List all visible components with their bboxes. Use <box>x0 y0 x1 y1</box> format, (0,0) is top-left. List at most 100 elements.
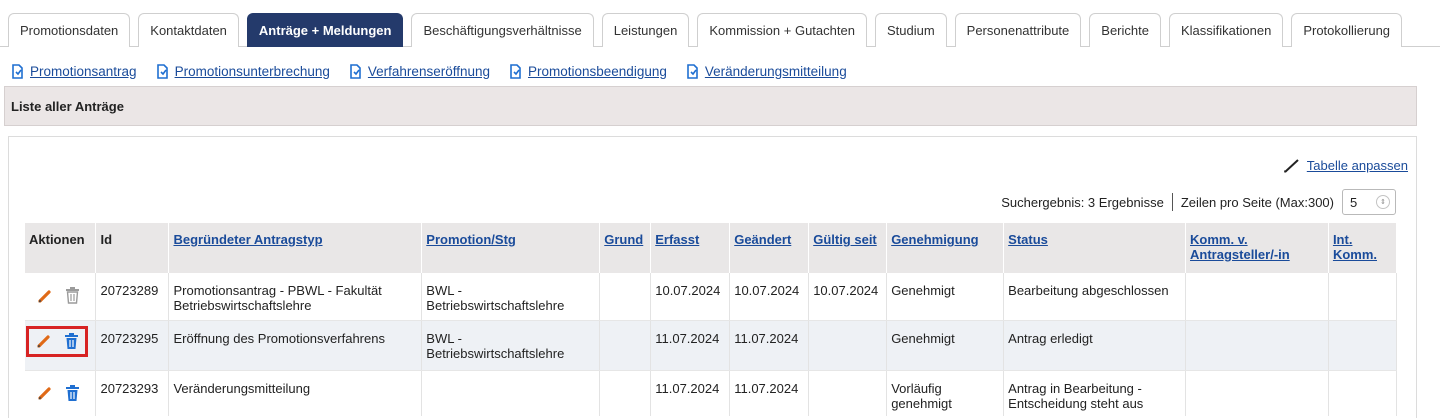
header-erfasst[interactable]: Erfasst <box>650 223 731 273</box>
new-request-links: Promotionsantrag Promotionsunterbrechung… <box>10 61 865 81</box>
tab-beschaeftigungsverhaeltnisse[interactable]: Beschäftigungsverhältnisse <box>411 13 594 47</box>
tab-kommission-gutachten[interactable]: Kommission + Gutachten <box>697 13 867 47</box>
tab-kontaktdaten[interactable]: Kontaktdaten <box>138 13 239 47</box>
cell-komm-antragsteller <box>1185 370 1329 416</box>
cell-status: Antrag in Bearbeitung - Entscheidung ste… <box>1003 370 1187 416</box>
divider <box>1171 193 1173 211</box>
cell-komm-antragsteller <box>1185 320 1329 371</box>
cell-promotion: BWL - Betriebswirtschaftslehre <box>421 320 601 371</box>
link-label: Promotionsunterbrechung <box>174 63 330 79</box>
tab-klassifikationen[interactable]: Klassifikationen <box>1168 13 1284 47</box>
adjust-table-link[interactable]: Tabelle anpassen <box>1283 158 1408 173</box>
new-document-icon <box>510 63 521 79</box>
link-promotionsunterbrechung[interactable]: Promotionsunterbrechung <box>155 64 330 79</box>
new-document-icon <box>350 63 361 79</box>
cell-promotion: BWL - Betriebswirtschaftslehre <box>421 273 601 321</box>
pencil-icon <box>1283 158 1299 173</box>
new-document-icon <box>687 63 698 79</box>
link-veraenderungsmitteilung[interactable]: Veränderungsmitteilung <box>685 64 847 79</box>
header-int-komm[interactable]: Int. Komm. <box>1328 223 1398 273</box>
header-grund[interactable]: Grund <box>599 223 652 273</box>
new-document-icon <box>12 63 23 79</box>
cell-erfasst: 10.07.2024 <box>650 273 731 321</box>
cell-grund <box>599 320 652 371</box>
cell-antragstyp: Promotionsantrag - PBWL - Fakultät Betri… <box>168 273 423 321</box>
link-label: Promotionsantrag <box>30 63 137 79</box>
cell-geaendert: 11.07.2024 <box>729 370 810 416</box>
tab-personenattribute[interactable]: Personenattribute <box>954 13 1082 47</box>
tab-berichte[interactable]: Berichte <box>1089 13 1161 47</box>
cell-geaendert: 10.07.2024 <box>729 273 810 321</box>
link-verfahrenseroeffnung[interactable]: Verfahrenseröffnung <box>348 64 490 79</box>
header-promotion[interactable]: Promotion/Stg <box>421 223 601 273</box>
link-promotionsantrag[interactable]: Promotionsantrag <box>10 64 137 79</box>
cell-komm-antragsteller <box>1185 273 1329 321</box>
cell-erfasst: 11.07.2024 <box>650 370 731 416</box>
header-genehmigung[interactable]: Genehmigung <box>886 223 1005 273</box>
cell-genehmigung: Genehmigt <box>886 320 1005 371</box>
header-geaendert[interactable]: Geändert <box>729 223 810 273</box>
cell-id: 20723289 <box>95 273 170 321</box>
cell-genehmigung: Genehmigt <box>886 273 1005 321</box>
cell-grund <box>599 273 652 321</box>
header-status[interactable]: Status <box>1003 223 1187 273</box>
header-antragstyp[interactable]: Begründeter Antragstyp <box>168 223 423 273</box>
table-row: 20723293 Veränderungsmitteilung 11.07.20… <box>25 370 1398 416</box>
table-header-row: Aktionen Id Begründeter Antragstyp Promo… <box>25 223 1398 273</box>
cell-int-komm <box>1328 320 1398 371</box>
tab-studium[interactable]: Studium <box>874 13 947 47</box>
cell-int-komm <box>1328 370 1398 416</box>
cell-status: Antrag erledigt <box>1003 320 1187 371</box>
cell-promotion <box>421 370 601 416</box>
header-gueltig-seit[interactable]: Gültig seit <box>808 223 888 273</box>
edit-icon[interactable] <box>37 288 53 304</box>
tab-promotionsdaten[interactable]: Promotionsdaten <box>8 13 131 47</box>
header-komm-antragsteller[interactable]: Komm. v. Antragsteller/-in <box>1185 223 1329 273</box>
rows-per-page-label: Zeilen pro Seite (Max:300) <box>1180 194 1334 210</box>
table-row: 20723295 Eröffnung des Promotionsverfahr… <box>25 320 1398 371</box>
link-promotionsbeendigung[interactable]: Promotionsbeendigung <box>508 64 667 79</box>
delete-icon <box>66 287 79 304</box>
rows-per-page-input[interactable]: 5 ⇕ <box>1342 189 1396 215</box>
tab-antraege-meldungen[interactable]: Anträge + Meldungen <box>246 13 404 47</box>
header-id: Id <box>95 223 170 273</box>
link-label: Veränderungsmitteilung <box>704 63 847 79</box>
tab-protokollierung[interactable]: Protokollierung <box>1291 13 1403 47</box>
new-document-icon <box>156 63 168 79</box>
actions-cell <box>25 370 97 416</box>
actions-cell <box>25 320 97 371</box>
cell-id: 20723295 <box>95 320 170 371</box>
actions-cell <box>25 273 97 321</box>
table-row: 20723289 Promotionsantrag - PBWL - Fakul… <box>25 273 1398 321</box>
adjust-table-label: Tabelle anpassen <box>1306 158 1408 173</box>
cell-gueltig-seit <box>808 320 888 371</box>
tab-bar: Promotionsdaten Kontaktdaten Anträge + M… <box>0 13 1440 47</box>
edit-icon[interactable] <box>37 385 53 401</box>
header-aktionen: Aktionen <box>25 223 97 273</box>
cell-int-komm <box>1328 273 1398 321</box>
requests-table: Aktionen Id Begründeter Antragstyp Promo… <box>25 223 1398 416</box>
tab-leistungen[interactable]: Leistungen <box>601 13 690 47</box>
spinner-icon[interactable]: ⇕ <box>1376 195 1390 209</box>
rows-per-page-value: 5 <box>1350 194 1358 210</box>
search-result-count: Suchergebnis: 3 Ergebnisse <box>1001 194 1164 210</box>
cell-gueltig-seit: 10.07.2024 <box>808 273 888 321</box>
link-label: Verfahrenseröffnung <box>367 63 490 79</box>
delete-icon[interactable] <box>64 332 79 350</box>
cell-antragstyp: Eröffnung des Promotionsverfahrens <box>168 320 423 371</box>
link-label: Promotionsbeendigung <box>528 63 667 79</box>
cell-grund <box>599 370 652 416</box>
cell-geaendert: 11.07.2024 <box>729 320 810 371</box>
cell-gueltig-seit <box>808 370 888 416</box>
list-title: Liste aller Anträge <box>11 98 124 114</box>
edit-icon[interactable] <box>36 333 52 349</box>
cell-genehmigung: Vorläufig genehmigt <box>886 370 1005 416</box>
cell-erfasst: 11.07.2024 <box>650 320 731 371</box>
search-result-line: Suchergebnis: 3 Ergebnisse Zeilen pro Se… <box>1001 188 1396 216</box>
list-title-bar: Liste aller Anträge <box>4 86 1417 126</box>
cell-status: Bearbeitung abgeschlossen <box>1003 273 1187 321</box>
cell-antragstyp: Veränderungsmitteilung <box>168 370 423 416</box>
delete-icon[interactable] <box>65 384 80 402</box>
cell-id: 20723293 <box>95 370 170 416</box>
highlight-box <box>26 325 88 357</box>
